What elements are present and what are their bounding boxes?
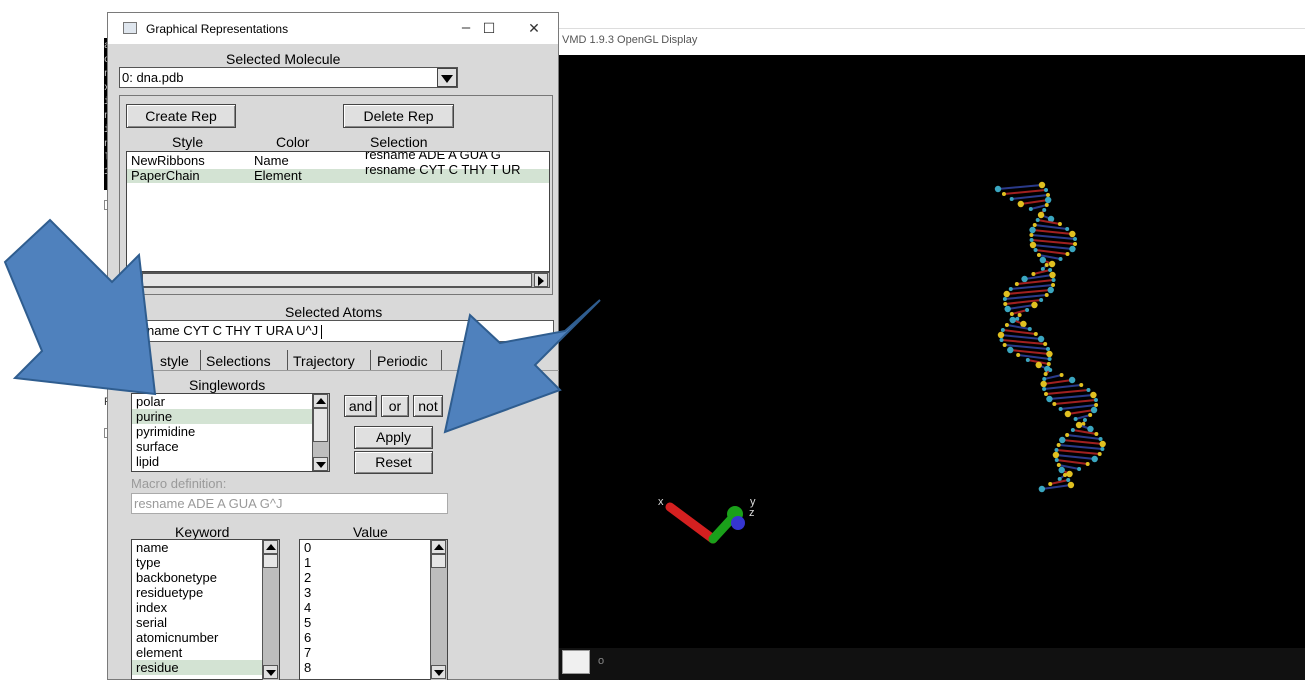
annotation-arrow-icon <box>443 299 601 434</box>
annotation-overlay <box>3 218 601 434</box>
annotation-arrow-icon <box>3 218 157 396</box>
